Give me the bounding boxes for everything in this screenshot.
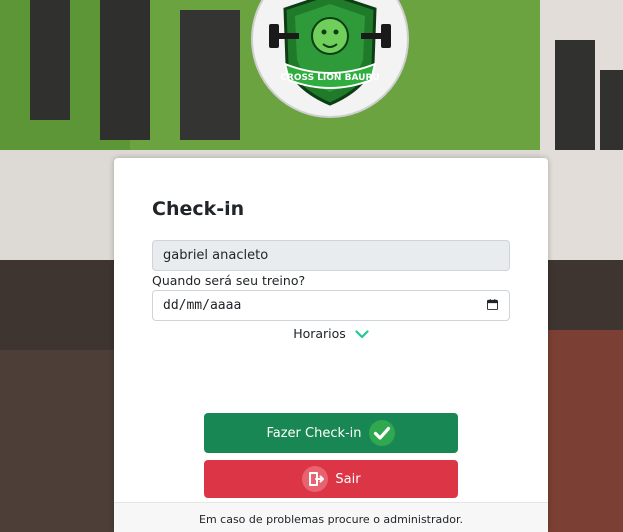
calendar-icon[interactable] [487, 299, 498, 310]
exit-button[interactable]: Sair [204, 460, 458, 498]
check-circle-icon [368, 419, 396, 447]
card-footer: Em caso de problemas procure o administr… [114, 502, 548, 532]
lion-shield-icon: CROSS LION BAURU [269, 0, 391, 106]
name-field[interactable]: gabriel anacleto [152, 240, 510, 271]
date-label: Quando será seu treino? [152, 273, 306, 288]
gym-logo: CROSS LION BAURU [251, 0, 409, 118]
logo-text: CROSS LION BAURU [280, 73, 379, 83]
date-input[interactable]: dd/mm/aaaa [152, 290, 510, 321]
date-input-value: dd/mm/aaaa [163, 298, 242, 313]
horarios-toggle[interactable]: Horarios [114, 326, 548, 341]
page-title: Check-in [152, 198, 245, 220]
checkin-button[interactable]: Fazer Check-in [204, 413, 458, 453]
checkin-card: Check-in gabriel anacleto Quando será se… [114, 158, 548, 532]
horarios-label: Horarios [293, 326, 346, 341]
footer-text: Em caso de problemas procure o administr… [199, 513, 463, 526]
door-exit-icon [301, 465, 329, 493]
exit-button-label: Sair [335, 471, 361, 487]
checkin-button-label: Fazer Check-in [266, 425, 362, 441]
chevron-down-icon [355, 330, 369, 339]
